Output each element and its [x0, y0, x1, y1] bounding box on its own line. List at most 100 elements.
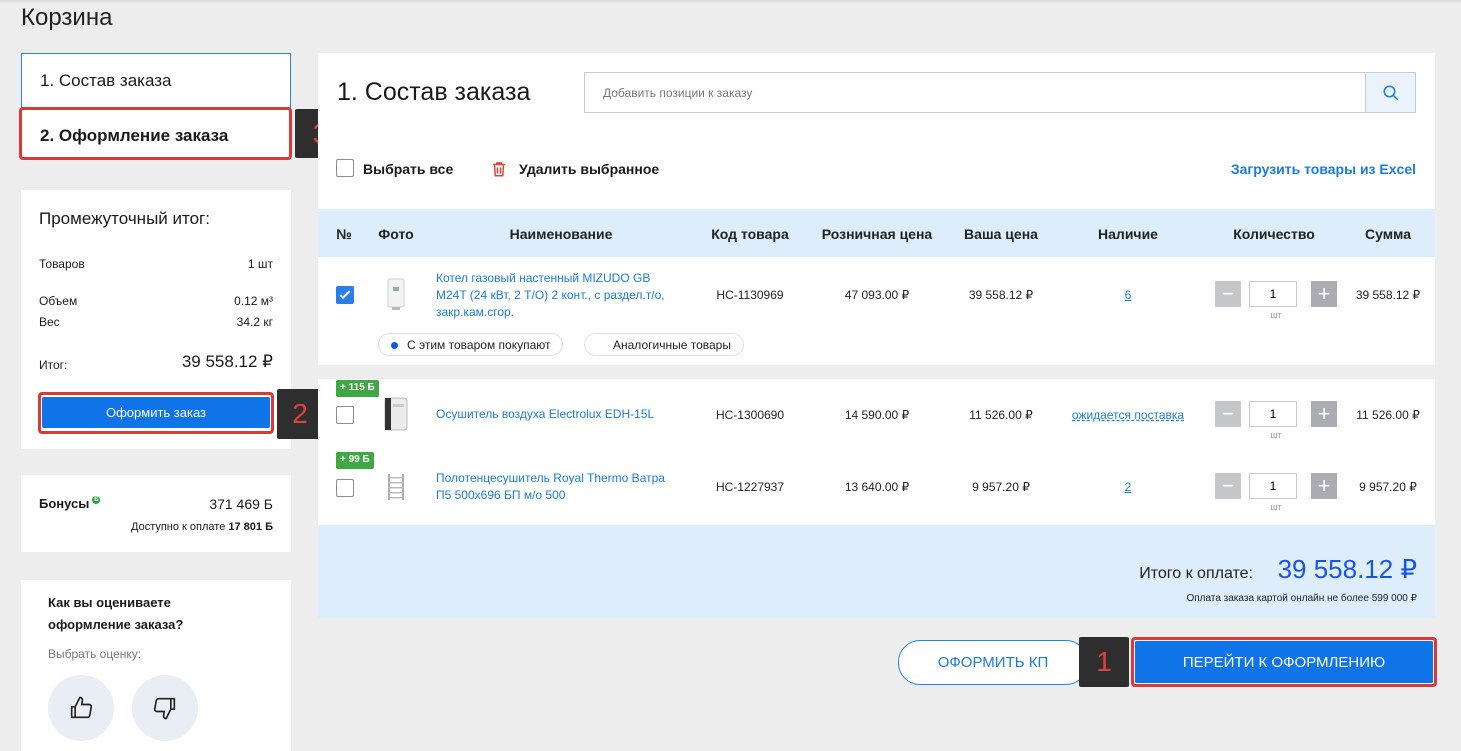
delete-selected-button[interactable]: Удалить выбранное — [519, 161, 659, 177]
col-quantity: Количество — [1233, 226, 1315, 242]
bonus-card: Бонусы Б 371 469 Б Доступно к оплате 17 8… — [21, 475, 291, 552]
items-label: Товаров — [39, 257, 85, 271]
search-icon — [1383, 85, 1398, 100]
volume-value: 0.12 м³ — [234, 294, 273, 308]
increase-quantity-button[interactable]: + — [1311, 281, 1337, 307]
dot-icon — [391, 342, 398, 349]
your-price: 9 957.20 ₽ — [972, 480, 1030, 494]
search-input[interactable] — [585, 73, 1365, 112]
retail-price: 14 590.00 ₽ — [844, 408, 910, 422]
quantity-input[interactable] — [1249, 281, 1297, 307]
bonus-value: 371 469 Б — [209, 496, 273, 512]
check-icon — [339, 290, 351, 300]
thumbs-up-icon — [70, 696, 93, 719]
quantity-unit: шт — [1270, 430, 1282, 440]
bonus-tag: + 99 Б — [336, 452, 374, 469]
availability-link[interactable]: 6 — [1125, 288, 1132, 302]
rating-subtitle: Выбрать оценку: — [48, 647, 142, 661]
quantity-unit: шт — [1270, 502, 1282, 512]
select-all-checkbox[interactable] — [336, 159, 354, 177]
subtotal-total-label: Итог: — [39, 358, 68, 372]
similar-products-chip[interactable]: Аналогичные товары — [584, 333, 744, 356]
product-code: НС-1300690 — [715, 408, 785, 422]
row-sum: 11 526.00 ₽ — [1356, 408, 1420, 422]
row-sum: 39 558.12 ₽ — [1355, 288, 1421, 302]
retail-price: 13 640.00 ₽ — [844, 480, 910, 494]
your-price: 11 526.00 ₽ — [969, 408, 1033, 422]
badge-2: 2 — [277, 389, 323, 439]
total-label: Итого к оплате: — [1139, 565, 1253, 582]
increase-quantity-button[interactable]: + — [1311, 473, 1337, 499]
bonus-tag: + 115 Б — [336, 380, 379, 397]
page-title: Корзина — [21, 4, 113, 31]
highlight-checkout — [1131, 637, 1437, 687]
quantity-input[interactable] — [1249, 473, 1297, 499]
select-all-label[interactable]: Выбрать все — [363, 161, 453, 177]
increase-quantity-button[interactable]: + — [1311, 401, 1337, 427]
quantity-stepper: − + шт — [1215, 401, 1337, 440]
rating-question: Как вы оцениваете оформление заказа? — [48, 595, 184, 632]
col-name: Наименование — [509, 226, 613, 242]
row-checkbox[interactable] — [336, 479, 354, 497]
product-name[interactable]: Котел газовый настенный MIZUDO GB M24T (… — [436, 270, 681, 321]
load-excel-link[interactable]: Загрузить товары из Excel — [1231, 161, 1416, 177]
search-bar — [584, 72, 1416, 113]
row-separator — [318, 365, 1435, 379]
step-order-contents[interactable]: 1. Состав заказа — [40, 71, 172, 91]
cart-toolbar: Выбрать все Удалить выбранное Загрузить … — [336, 159, 1416, 179]
cart-panel: 1. Состав заказа Выбрать все Удалить выб… — [318, 53, 1435, 618]
product-code: НС-1227937 — [715, 480, 785, 494]
col-photo: Фото — [378, 226, 414, 242]
col-code: Код товара — [711, 226, 789, 242]
decrease-quantity-button[interactable]: − — [1215, 473, 1241, 499]
bought-with-chip[interactable]: С этим товаром покупают — [378, 333, 564, 356]
main-title: 1. Состав заказа — [337, 78, 531, 106]
volume-label: Объем — [39, 294, 78, 308]
weight-value: 34.2 кг — [236, 315, 273, 329]
items-value: 1 шт — [247, 257, 273, 271]
col-number: № — [336, 226, 352, 242]
subtotal-total-value: 39 558.12 ₽ — [181, 352, 273, 371]
thumbs-down-button[interactable] — [132, 675, 198, 741]
thumbs-down-icon — [153, 697, 176, 720]
table-header: № Фото Наименование Код товара Розничная… — [318, 209, 1435, 257]
col-sum: Сумма — [1364, 226, 1412, 242]
decrease-quantity-button[interactable]: − — [1215, 281, 1241, 307]
weight-label: Вес — [39, 315, 60, 329]
gas-boiler-photo — [387, 278, 405, 310]
decrease-quantity-button[interactable]: − — [1215, 401, 1241, 427]
retail-price: 47 093.00 ₽ — [844, 288, 910, 302]
items-row: Товаров 1 шт — [39, 257, 273, 271]
quantity-stepper: − + шт — [1215, 281, 1337, 320]
dehumidifier-photo — [384, 397, 408, 431]
volume-row: Объем 0.12 м³ — [39, 294, 273, 308]
product-name[interactable]: Полотенцесушитель Royal Thermo Ватра П5 … — [436, 470, 681, 504]
row-sum: 9 957.20 ₽ — [1359, 480, 1417, 494]
total-value: 39 558.12 ₽ — [1277, 554, 1417, 584]
thumbs-up-button[interactable] — [48, 675, 114, 741]
quantity-unit: шт — [1270, 310, 1282, 320]
payment-limit-note: Оплата заказа картой онлайн не более 599… — [1186, 593, 1417, 604]
highlight-step-checkout — [19, 107, 292, 160]
col-your-price: Ваша цена — [964, 226, 1038, 242]
row-checkbox[interactable] — [336, 286, 354, 304]
quantity-stepper: − + шт — [1215, 473, 1337, 512]
quantity-input[interactable] — [1249, 401, 1297, 427]
trash-icon[interactable] — [490, 159, 508, 179]
col-retail-price: Розничная цена — [821, 226, 933, 242]
row-checkbox[interactable] — [336, 406, 354, 424]
subtotal-title: Промежуточный итог: — [39, 209, 210, 228]
bonus-label: Бонусы Б — [39, 496, 101, 511]
search-button[interactable] — [1365, 73, 1415, 112]
availability-link[interactable]: 2 — [1125, 480, 1132, 494]
total-box: Итого к оплате: 39 558.12 ₽ Оплата заказ… — [318, 525, 1435, 618]
towel-rail-photo — [388, 474, 404, 500]
product-name[interactable]: Осушитель воздуха Electrolux EDH-15L — [436, 406, 681, 423]
weight-row: Вес 34.2 кг — [39, 315, 273, 329]
bonus-available: Доступно к оплате 17 801 Б — [131, 521, 273, 533]
your-price: 39 558.12 ₽ — [968, 288, 1034, 302]
availability-link[interactable]: ожидается поставка — [1072, 408, 1184, 422]
create-quote-button[interactable]: ОФОРМИТЬ КП — [898, 640, 1088, 685]
highlight-place-order — [38, 392, 274, 434]
badge-1: 1 — [1079, 637, 1129, 687]
